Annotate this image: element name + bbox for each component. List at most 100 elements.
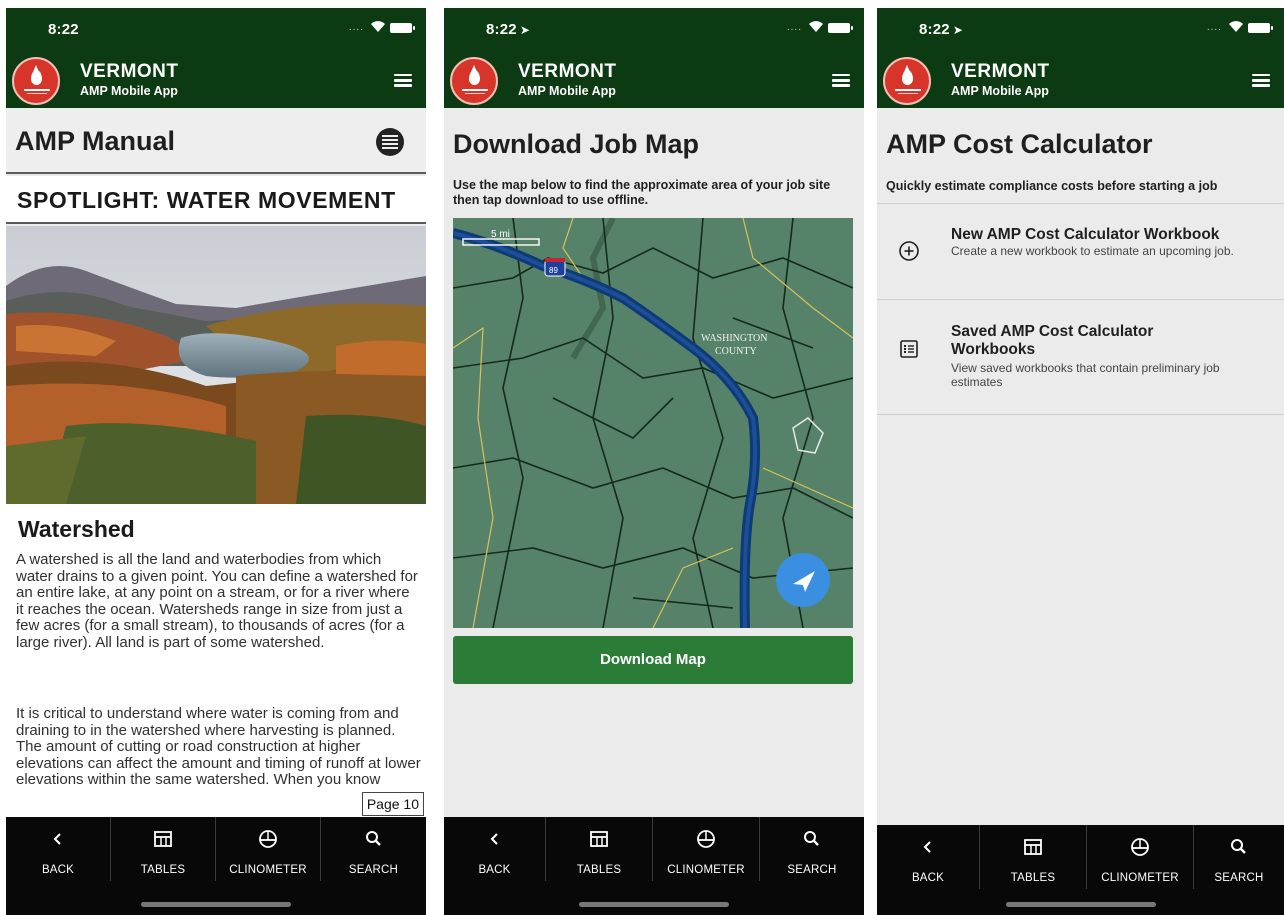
search-icon	[365, 831, 381, 846]
location-arrow-icon: ➤	[952, 23, 964, 37]
clinometer-icon	[259, 830, 277, 848]
battery-icon	[1248, 23, 1273, 33]
tab-clinometer[interactable]: CLINOMETER	[1087, 825, 1194, 889]
page-title: AMP Manual	[15, 126, 176, 156]
back-chevron-icon	[490, 833, 498, 845]
bottom-tab-bar: BACK TABLES CLINOMETER SEARCH	[877, 825, 1284, 915]
clinometer-icon	[697, 830, 715, 848]
hamburger-menu-icon[interactable]	[832, 74, 850, 87]
phone-screen-download-map: 8:22 ➤ .... VERMONT AMP Mobile App Downlo…	[444, 8, 864, 915]
list-item-title: Saved AMP Cost Calculator Workbooks	[951, 323, 1154, 358]
article-paragraph: It is critical to understand where water…	[16, 705, 421, 789]
app-subtitle: AMP Mobile App	[518, 84, 616, 98]
tab-clinometer[interactable]: CLINOMETER	[216, 817, 321, 881]
phone-screen-cost-calculator: 8:22 ➤ .... VERMONT AMP Mobile App AMP Co…	[877, 8, 1284, 915]
home-indicator[interactable]	[1005, 902, 1156, 907]
tab-label: BACK	[41, 864, 75, 876]
tab-label: SEARCH	[787, 864, 837, 876]
tab-label: TABLES	[576, 864, 622, 876]
table-of-contents-icon[interactable]	[376, 128, 404, 156]
tab-label: CLINOMETER	[667, 864, 745, 876]
app-title: VERMONT	[80, 61, 179, 82]
app-header: VERMONT AMP Mobile App	[877, 52, 1284, 108]
battery-icon	[390, 23, 415, 33]
vermont-seal-logo	[450, 57, 498, 105]
wifi-icon	[1229, 21, 1243, 32]
location-arrow-icon: ➤	[519, 23, 531, 37]
tab-label: BACK	[478, 864, 511, 876]
vermont-seal-logo	[12, 57, 60, 105]
app-header: VERMONT AMP Mobile App	[444, 52, 864, 108]
back-chevron-icon	[53, 833, 61, 845]
page-title: Download Job Map	[453, 129, 699, 159]
status-time: 8:22	[48, 21, 79, 38]
article-paragraph: A watershed is all the land and waterbod…	[16, 551, 418, 651]
table-icon	[154, 831, 172, 847]
clinometer-icon	[1131, 838, 1149, 856]
county-label: WASHINGTON	[701, 333, 767, 344]
cellular-signal-icon: ....	[348, 22, 364, 33]
plus-circle-icon	[899, 241, 919, 261]
tab-label: TABLES	[140, 864, 186, 876]
tab-tables[interactable]: TABLES	[111, 817, 216, 881]
highway-shield-label: 89	[549, 266, 558, 275]
status-time: 8:22 ➤	[919, 21, 964, 38]
list-item-saved-workbooks[interactable]: Saved AMP Cost Calculator Workbooks View…	[877, 299, 1284, 415]
app-title: VERMONT	[518, 61, 617, 82]
search-icon	[804, 831, 819, 846]
hamburger-menu-icon[interactable]	[394, 74, 412, 87]
tab-back[interactable]: BACK	[6, 817, 111, 881]
wifi-icon	[371, 21, 385, 32]
tab-search[interactable]: SEARCH	[1194, 825, 1284, 889]
tab-clinometer[interactable]: CLINOMETER	[653, 817, 760, 881]
tab-back[interactable]: BACK	[444, 817, 546, 881]
list-icon	[900, 340, 918, 358]
bottom-tab-bar: BACK TABLES CLINOMETER SEARCH	[6, 817, 426, 915]
bottom-tab-bar: BACK TABLES CLINOMETER SEARCH	[444, 817, 864, 915]
table-icon	[1024, 839, 1042, 855]
tab-tables[interactable]: TABLES	[980, 825, 1087, 889]
article-body: Watershed A watershed is all the land an…	[6, 504, 426, 819]
spotlight-heading: SPOTLIGHT: WATER MOVEMENT	[6, 176, 426, 224]
tab-label: SEARCH	[1214, 872, 1264, 884]
cellular-signal-icon: ....	[786, 22, 802, 33]
list-item-title: New AMP Cost Calculator Workbook	[951, 226, 1220, 243]
page-number-badge: Page 10	[361, 792, 424, 816]
tab-back[interactable]: BACK	[877, 825, 980, 889]
tab-search[interactable]: SEARCH	[760, 817, 864, 881]
tab-label: SEARCH	[348, 864, 399, 876]
download-map-button[interactable]: Download Map	[453, 636, 853, 684]
page-title: AMP Cost Calculator	[886, 129, 1153, 159]
search-icon	[1231, 839, 1246, 854]
home-indicator[interactable]	[141, 902, 291, 907]
cellular-signal-icon: ....	[1206, 22, 1222, 33]
vermont-seal-logo	[883, 57, 931, 105]
spotlight-title: SPOTLIGHT: WATER MOVEMENT	[17, 187, 396, 213]
tab-search[interactable]: SEARCH	[321, 817, 426, 881]
tab-label: BACK	[911, 872, 945, 884]
phone-screen-manual: 8:22 .... VERMONT AMP Mobile App AMP Man…	[6, 8, 426, 915]
battery-icon	[828, 23, 853, 33]
back-chevron-icon	[923, 841, 931, 853]
home-indicator[interactable]	[579, 902, 729, 907]
app-title: VERMONT	[951, 61, 1050, 82]
tab-label: CLINOMETER	[229, 864, 307, 876]
status-bar: 8:22 ➤ ....	[877, 8, 1284, 52]
wifi-icon	[809, 21, 823, 32]
table-icon	[590, 831, 608, 847]
app-subtitle: AMP Mobile App	[951, 84, 1049, 98]
app-header: VERMONT AMP Mobile App	[6, 52, 426, 108]
status-bar: 8:22 ➤ ....	[444, 8, 864, 52]
tab-label: TABLES	[1010, 872, 1056, 884]
county-label: COUNTY	[715, 346, 757, 357]
hamburger-menu-icon[interactable]	[1252, 74, 1270, 87]
tab-label: CLINOMETER	[1101, 872, 1179, 884]
job-map[interactable]: 5 mi 89 WASHINGTON COUNTY	[453, 218, 853, 628]
article-title: Watershed	[18, 516, 135, 542]
tab-tables[interactable]: TABLES	[546, 817, 653, 881]
landscape-photo	[6, 226, 426, 504]
status-bar: 8:22 ....	[6, 8, 426, 52]
list-item-description: View saved workbooks that contain prelim…	[951, 361, 1220, 389]
manual-title-bar: AMP Manual	[6, 108, 426, 174]
list-item-new-workbook[interactable]: New AMP Cost Calculator Workbook Create …	[877, 203, 1284, 299]
